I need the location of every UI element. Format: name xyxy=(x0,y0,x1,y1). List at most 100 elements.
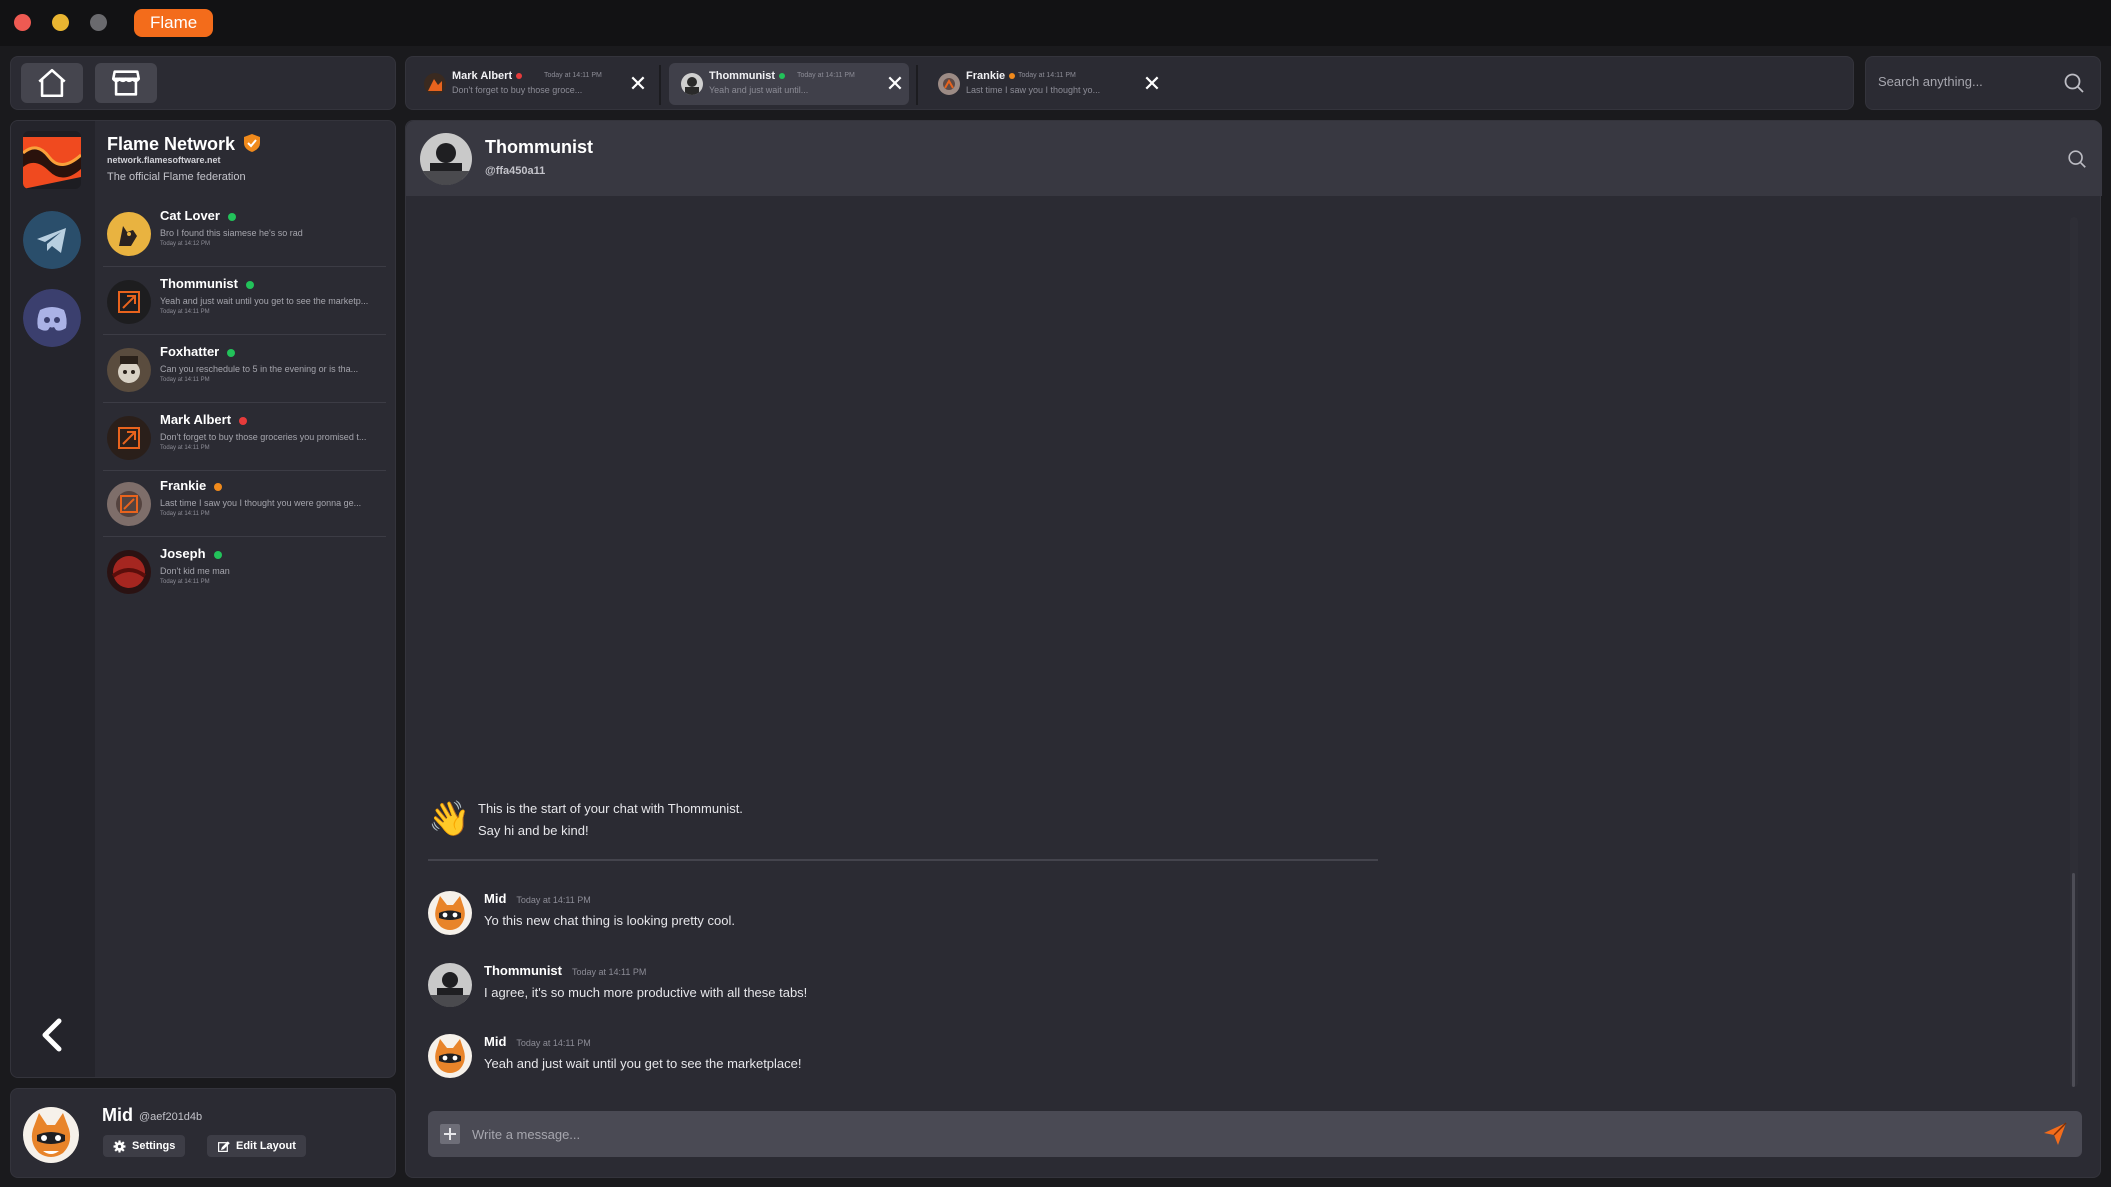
verified-badge-icon xyxy=(244,134,261,152)
chat-header: Thommunist @ffa450a11 xyxy=(406,121,2102,196)
contact-frankie[interactable]: Frankie Last time I saw you I thought yo… xyxy=(103,471,386,537)
status-dot xyxy=(227,348,236,357)
message-input[interactable] xyxy=(472,1119,1972,1149)
contact-last-message: Don't kid me man xyxy=(160,566,230,576)
close-tab-button[interactable]: ✕ xyxy=(1140,72,1164,96)
global-search[interactable]: Search anything... xyxy=(1865,56,2101,110)
contact-name: Thommunist xyxy=(160,276,238,291)
message-composer xyxy=(428,1111,2082,1157)
contact-last-message: Yeah and just wait until you get to see … xyxy=(160,296,369,306)
tab-time: Today at 14:11 PM xyxy=(1018,72,1076,79)
status-dot xyxy=(779,73,785,80)
status-dot xyxy=(227,212,236,221)
message-time: Today at 14:11 PM xyxy=(572,967,647,977)
close-tab-button[interactable]: ✕ xyxy=(883,72,907,96)
tab-time: Today at 14:11 PM xyxy=(797,72,855,79)
home-button[interactable] xyxy=(21,63,83,103)
tab-name: Mark Albert xyxy=(452,70,513,82)
contact-name: Frankie xyxy=(160,478,207,493)
store-icon xyxy=(111,70,141,96)
tab-frankie[interactable]: Frankie Today at 14:11 PM Last time I sa… xyxy=(926,63,1166,105)
tab-name: Frankie xyxy=(966,70,1006,82)
contact-time: Today at 14:11 PM xyxy=(160,511,210,517)
app-name-badge[interactable]: Flame xyxy=(134,9,214,37)
message-author: Thommunist xyxy=(484,963,562,978)
status-dot xyxy=(213,550,222,559)
avatar xyxy=(107,348,151,392)
search-placeholder: Search anything... xyxy=(1878,74,1983,89)
settings-button[interactable]: Settings xyxy=(103,1135,186,1157)
message-author: Mid xyxy=(484,891,507,906)
network-name: Flame Network xyxy=(107,134,236,154)
status-dot xyxy=(516,73,523,80)
store-button[interactable] xyxy=(95,63,157,103)
search-icon[interactable] xyxy=(2066,148,2088,170)
close-tab-button[interactable]: ✕ xyxy=(626,72,650,96)
chat-panel: Thommunist @ffa450a11 👋 This is the star… xyxy=(405,120,2102,1178)
add-attachment-icon[interactable] xyxy=(440,1124,460,1144)
send-icon[interactable] xyxy=(2042,1121,2068,1147)
contact-last-message: Don't forget to buy those groceries you … xyxy=(160,432,367,442)
message-time: Today at 14:11 PM xyxy=(516,1038,591,1048)
contact-time: Today at 14:11 PM xyxy=(160,309,210,315)
contact-joseph[interactable]: Joseph Don't kid me man Today at 14:11 P… xyxy=(103,539,386,605)
minimize-window-button[interactable] xyxy=(52,14,69,31)
scrollbar-thumb[interactable] xyxy=(2072,873,2075,1087)
edit-layout-button[interactable]: Edit Layout xyxy=(207,1135,306,1157)
message-text: Yo this new chat thing is looking pretty… xyxy=(484,913,735,928)
message-text: Yeah and just wait until you get to see … xyxy=(484,1056,802,1071)
avatar[interactable] xyxy=(428,963,472,1007)
chat-start-subline: Say hi and be kind! xyxy=(478,823,589,838)
edit-icon xyxy=(218,1140,230,1152)
discord-icon[interactable] xyxy=(23,289,81,347)
chat-message: Mid Today at 14:11 PM Yo this new chat th… xyxy=(428,891,2028,939)
network-description: The official Flame federation xyxy=(107,171,246,183)
tab-time: Today at 14:11 PM xyxy=(544,72,602,79)
status-dot xyxy=(239,416,248,425)
contact-name: Mark Albert xyxy=(160,412,232,427)
contact-cat-lover[interactable]: Cat Lover Bro I found this siamese he's … xyxy=(103,201,386,267)
avatar[interactable] xyxy=(420,133,472,185)
contact-foxhatter[interactable]: Foxhatter Can you reschedule to 5 in the… xyxy=(103,337,386,403)
tab-thommunist[interactable]: Thommunist Today at 14:11 PM Yeah and ju… xyxy=(669,63,909,105)
chat-start-notice: 👋 This is the start of your chat with Th… xyxy=(428,797,1378,887)
chevron-left-icon[interactable] xyxy=(35,1013,71,1057)
contact-thommunist[interactable]: Thommunist Yeah and just wait until you … xyxy=(103,269,386,335)
divider xyxy=(428,859,1378,861)
contact-last-message: Last time I saw you I thought you were g… xyxy=(160,498,362,508)
message-time: Today at 14:11 PM xyxy=(516,895,591,905)
chat-handle: @ffa450a11 xyxy=(485,165,546,177)
network-rail xyxy=(11,121,95,1077)
contact-time: Today at 14:11 PM xyxy=(160,377,210,383)
tab-preview: Yeah and just wait until... xyxy=(709,85,809,95)
tab-mark-albert[interactable]: Mark Albert Today at 14:11 PM Don't forg… xyxy=(412,63,652,105)
contact-name: Cat Lover xyxy=(160,208,220,223)
avatar[interactable] xyxy=(428,1034,472,1078)
home-icon xyxy=(38,68,66,98)
tab-divider xyxy=(916,65,918,105)
tab-name: Thommunist xyxy=(709,70,775,82)
waving-hand-icon: 👋 xyxy=(428,800,471,838)
contact-time: Today at 14:12 PM xyxy=(160,241,211,247)
edit-layout-label: Edit Layout xyxy=(236,1140,296,1152)
maximize-window-button[interactable] xyxy=(90,14,107,31)
avatar[interactable] xyxy=(23,1107,79,1163)
search-icon[interactable] xyxy=(2062,71,2086,95)
contact-mark-albert[interactable]: Mark Albert Don't forget to buy those gr… xyxy=(103,405,386,471)
avatar xyxy=(681,73,703,95)
tab-preview: Last time I saw you I thought yo... xyxy=(966,85,1101,95)
status-dot xyxy=(246,280,254,289)
sidebar: Flame Network network.flamesoftware.net … xyxy=(10,120,396,1078)
status-dot xyxy=(214,482,223,491)
chat-tabs-bar: Mark Albert Today at 14:11 PM Don't forg… xyxy=(405,56,1854,110)
avatar[interactable] xyxy=(428,891,472,935)
chat-message: Mid Today at 14:11 PM Yeah and just wait … xyxy=(428,1034,2028,1082)
tab-divider xyxy=(659,65,661,105)
chat-message: Thommunist Today at 14:11 PM I agree, it'… xyxy=(428,963,2028,1011)
top-nav xyxy=(10,56,396,110)
close-window-button[interactable] xyxy=(14,14,31,31)
network-url[interactable]: network.flamesoftware.net xyxy=(107,155,221,165)
telegram-icon[interactable] xyxy=(23,211,81,269)
avatar xyxy=(938,73,960,95)
flame-network-icon[interactable] xyxy=(23,131,81,189)
